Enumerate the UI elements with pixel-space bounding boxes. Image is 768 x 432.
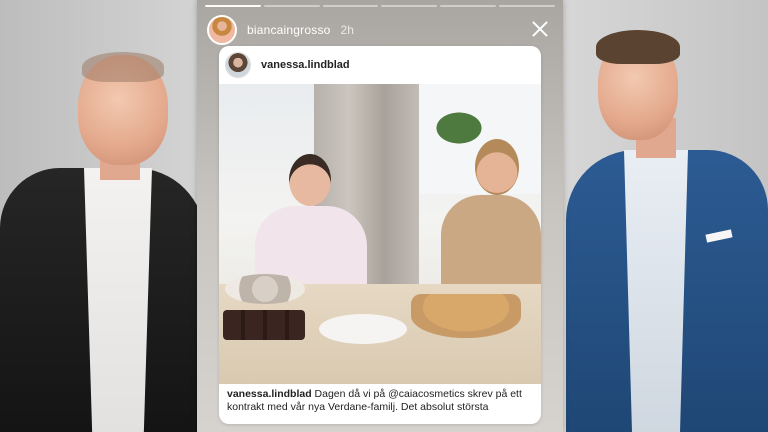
photo-plant — [424, 104, 494, 144]
post-username[interactable]: vanessa.lindblad — [261, 59, 350, 71]
photo-woman-right — [439, 139, 541, 299]
story-progress-segment — [381, 5, 438, 7]
story-timestamp: 2h — [340, 23, 354, 37]
story-progress-segment — [499, 5, 555, 7]
post-header: vanessa.lindblad — [219, 46, 541, 84]
right-person-hair — [596, 30, 680, 64]
story-username[interactable]: biancaingrosso — [247, 23, 331, 37]
close-icon[interactable] — [529, 18, 551, 40]
photo-bread-bowl — [411, 294, 521, 338]
left-person-photo — [0, 0, 205, 432]
story-header: biancaingrosso 2h — [207, 14, 553, 46]
post-avatar[interactable] — [225, 52, 251, 78]
photo-woman-left-head — [289, 154, 331, 206]
photo-dish — [319, 314, 407, 344]
caption-username[interactable]: vanessa.lindblad — [227, 388, 312, 400]
left-person-hair — [82, 52, 164, 82]
story-progress-segment — [205, 5, 261, 7]
right-person-photo — [566, 0, 768, 432]
post-caption: vanessa.lindblad Dagen då vi på @caiacos… — [219, 384, 541, 424]
photo-cake — [223, 310, 305, 340]
story-progress-segment — [263, 5, 320, 7]
story-progress-segment — [440, 5, 497, 7]
photo-pastry-tray — [225, 274, 305, 304]
left-person-shirt — [84, 168, 152, 432]
post-photo[interactable] — [219, 84, 541, 384]
story-progress-segment — [322, 5, 379, 7]
shared-post-card[interactable]: vanessa.lindblad vanessa.lindblad Dagen … — [219, 46, 541, 424]
story-progress-bars — [205, 5, 555, 7]
photo-woman-right-head — [475, 139, 519, 195]
story-avatar[interactable] — [207, 15, 237, 45]
instagram-story[interactable]: biancaingrosso 2h vanessa.lindblad vanes… — [197, 0, 563, 432]
